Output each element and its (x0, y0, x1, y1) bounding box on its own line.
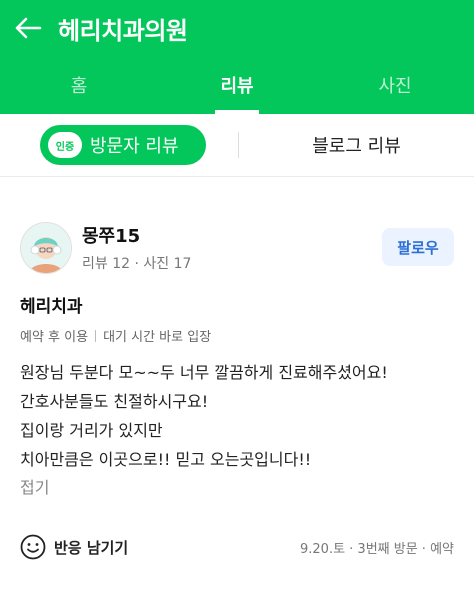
review-line: 원장님 두분다 모~~두 너무 깔끔하게 진료해주셨어요! (20, 363, 388, 382)
review-line: 간호사분들도 친절하시구요! (20, 392, 209, 411)
tab-home[interactable]: 홈 (0, 56, 158, 114)
visit-meta: 9.20.토 · 3번째 방문 · 예약 (300, 542, 454, 557)
visit-tags: 예약 후 이용 대기 시간 바로 입장 (20, 326, 211, 345)
follow-button[interactable]: 팔로우 (382, 228, 454, 266)
blog-review-tab[interactable]: 블로그 리뷰 (239, 132, 474, 158)
visitor-review-label: 방문자 리뷰 (90, 136, 179, 157)
back-button[interactable] (0, 0, 56, 56)
tab-reviews[interactable]: 리뷰 (158, 56, 316, 114)
leave-reaction-button[interactable]: 반응 남기기 (20, 534, 128, 560)
avatar[interactable] (20, 222, 72, 274)
tag-separator (95, 329, 97, 342)
reviewer-name[interactable]: 몽쭈15 (82, 222, 140, 248)
review-line: 집이랑 거리가 있지만 (20, 421, 163, 440)
place-name: 헤리치과 (20, 297, 83, 317)
reviewer-stats: 리뷰 12 · 사진 17 (82, 256, 192, 272)
review-text: 원장님 두분다 모~~두 너무 깔끔하게 진료해주셨어요! 간호사분들도 친절하… (20, 358, 388, 474)
tab-photos[interactable]: 사진 (316, 56, 474, 114)
verified-badge: 인증 (48, 132, 82, 158)
leave-reaction-label: 반응 남기기 (54, 538, 129, 557)
top-bar: 헤리치과의원 (0, 0, 474, 56)
back-arrow-icon (15, 17, 42, 39)
tag-reservation: 예약 후 이용 (20, 330, 89, 345)
review-type-tabs: 인증 방문자 리뷰 블로그 리뷰 (0, 114, 474, 177)
visitor-review-tab[interactable]: 인증 방문자 리뷰 (40, 125, 206, 165)
smile-icon (20, 534, 46, 560)
review-line: 치아만큼은 이곳으로!! 믿고 오는곳입니다!! (20, 450, 312, 469)
main-tabs: 홈 리뷰 사진 (0, 56, 474, 114)
fold-button[interactable]: 접기 (20, 474, 49, 498)
avatar-illustration-icon (21, 223, 71, 273)
tag-waiting: 대기 시간 바로 입장 (103, 330, 212, 345)
page-title: 헤리치과의원 (58, 16, 188, 45)
